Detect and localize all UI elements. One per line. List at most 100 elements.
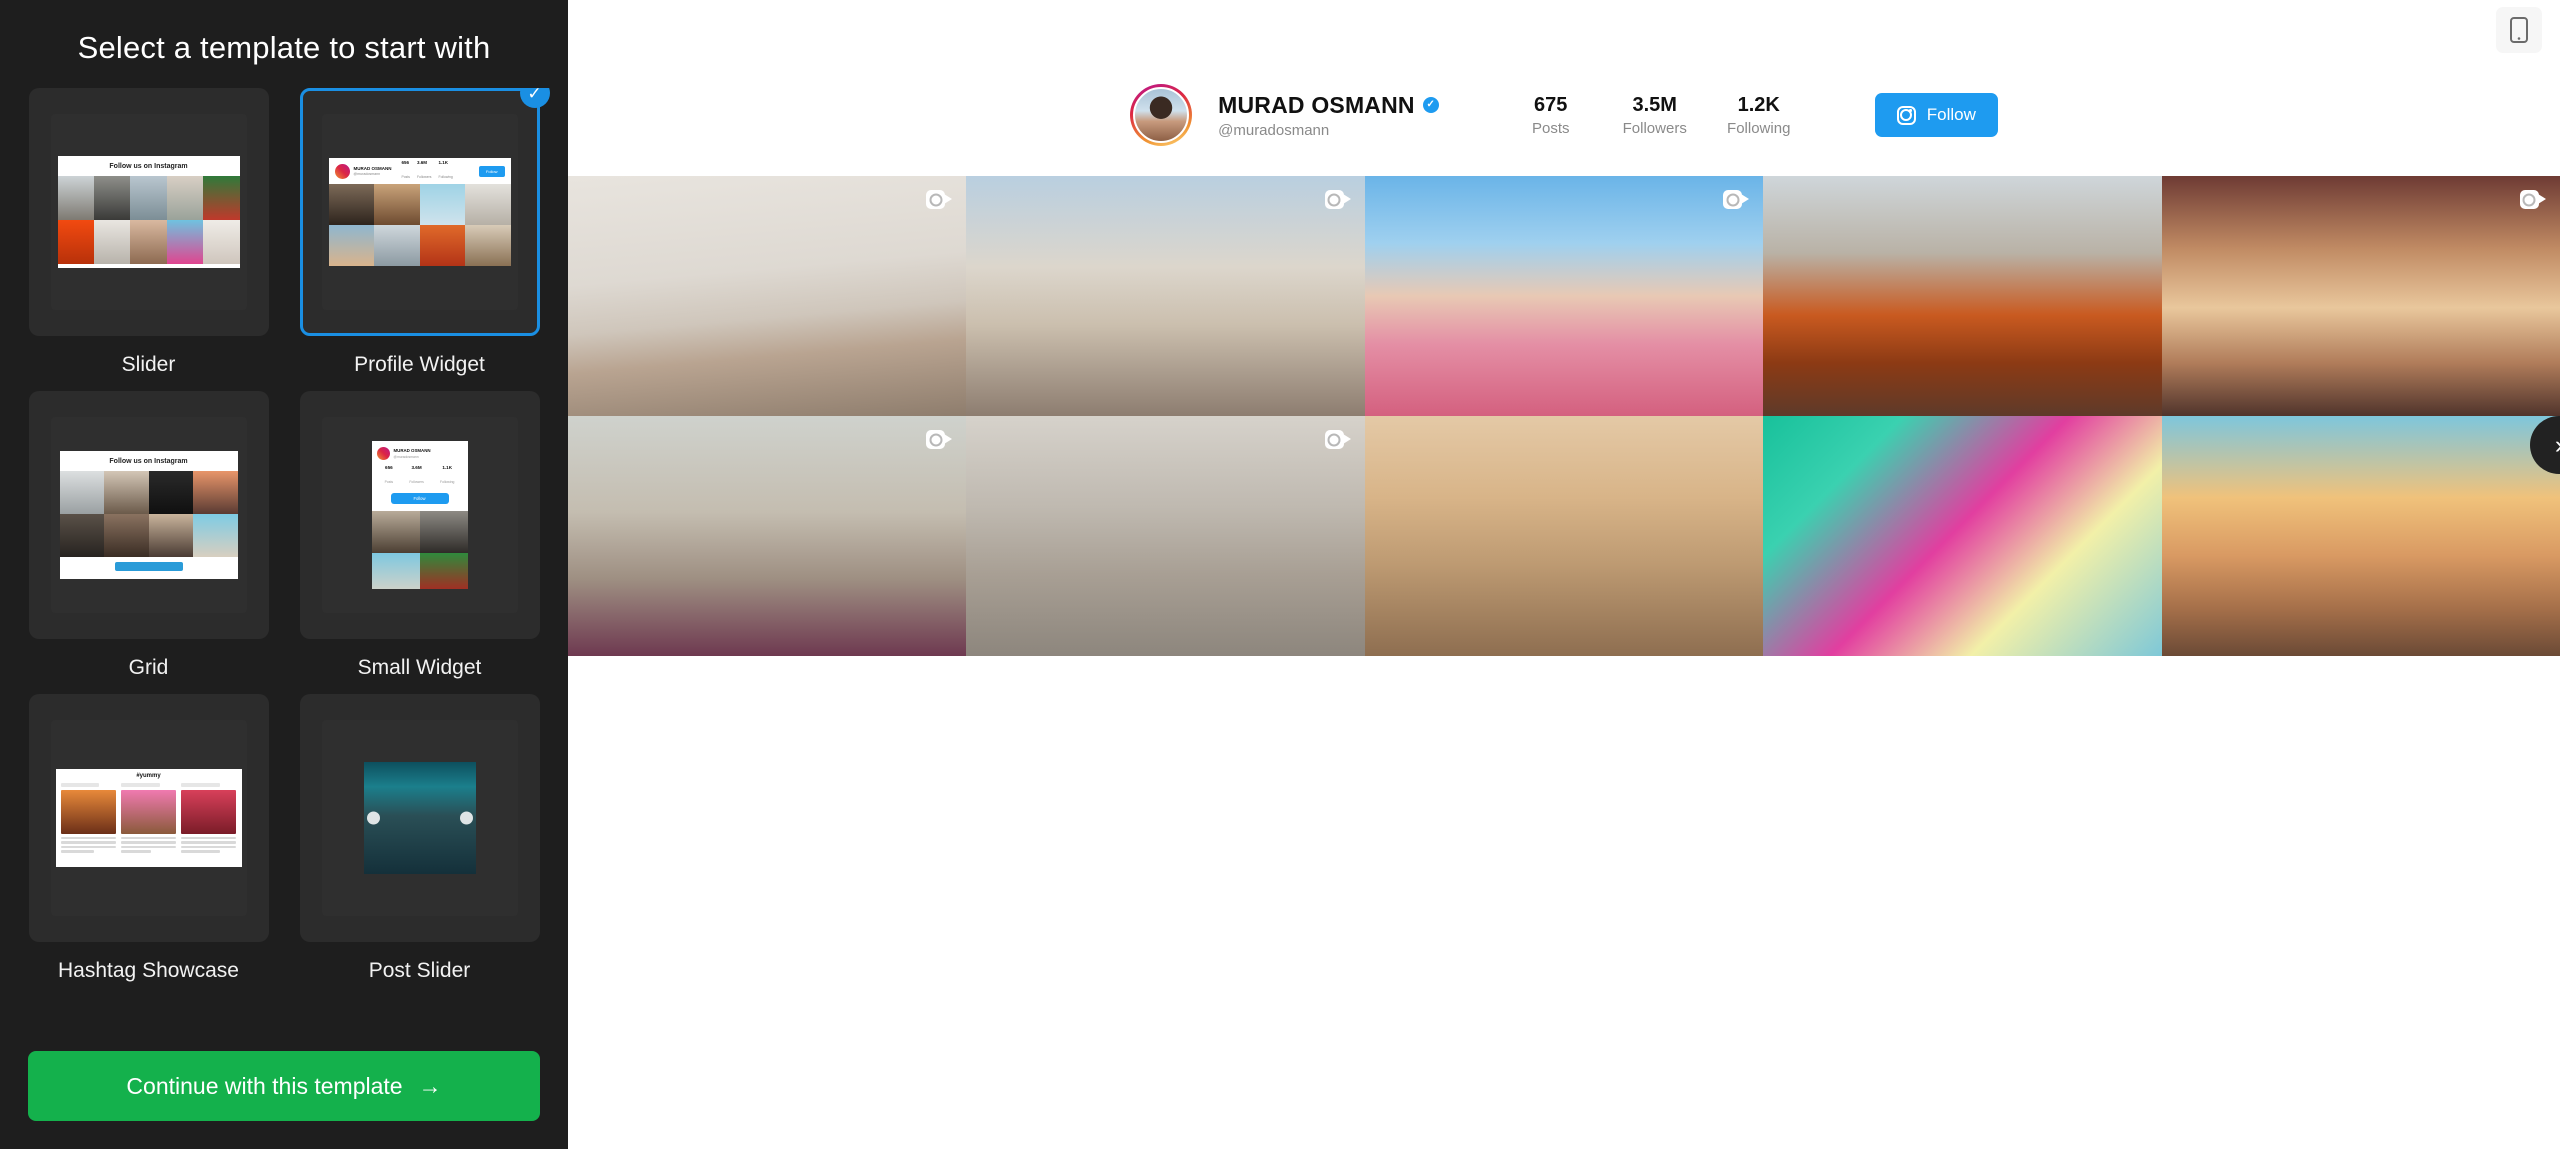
preview-columns [60, 783, 237, 855]
template-thumbnail-small-widget: MURAD OSMANN @muradosmann 656 Posts 3.6M… [321, 417, 518, 613]
preview-profile-block: MURAD OSMANN @muradosmann 656 Posts 3.6M… [371, 441, 468, 511]
preview-stats: 656 Posts 3.6M Followers 1.1K Following [402, 160, 453, 183]
profile-identity: MURAD OSMANN ✓ @muradosmann [1218, 92, 1439, 139]
follow-button[interactable]: Follow [1874, 93, 1998, 137]
avatar[interactable] [1130, 84, 1193, 146]
photo-tile[interactable] [1763, 416, 2162, 656]
video-badge-icon [926, 190, 953, 209]
photo-tile[interactable] [568, 176, 967, 416]
preview-name: MURAD OSMANN [353, 165, 392, 171]
photo-tile[interactable] [2161, 416, 2560, 656]
preview-profile-bar: MURAD OSMANN @muradosmann 656 Posts 3.6M… [328, 158, 511, 184]
preview-stat-value: 1.1K [438, 159, 449, 165]
preview-cell [371, 553, 420, 589]
preview-cell [419, 184, 465, 225]
stat-followers: 3.5M Followers [1603, 94, 1707, 137]
template-thumbnail-slider: Follow us on Instagram [50, 114, 247, 310]
preview-cell [419, 553, 468, 589]
template-option-grid[interactable]: Follow us on Instagram Grid [28, 391, 269, 686]
template-thumbnail-profile-widget: MURAD OSMANN @muradosmann 656 Posts 3.6M… [321, 114, 518, 310]
preview-profile-row: MURAD OSMANN @muradosmann [376, 447, 463, 460]
preview-stat: 1.1K Following [439, 160, 453, 183]
stat-following-value: 1.2K [1737, 93, 1780, 116]
template-label: Small Widget [357, 656, 482, 679]
template-card-grid[interactable]: Follow us on Instagram [28, 391, 269, 639]
preview-stat: 3.6M Followers [417, 160, 432, 183]
profile-header-inner: MURAD OSMANN ✓ @muradosmann 675 Posts 3.… [1130, 84, 1998, 146]
template-card-small-widget[interactable]: MURAD OSMANN @muradosmann 656 Posts 3.6M… [299, 391, 540, 639]
preview-caption [181, 837, 237, 853]
preview-cell [203, 220, 240, 264]
follow-button-label: Follow [1926, 105, 1976, 124]
template-thumbnail-grid: Follow us on Instagram [50, 417, 247, 613]
template-label: Grid [128, 656, 169, 679]
template-option-post-slider[interactable]: Post Slider [299, 694, 540, 989]
preview-cell [130, 176, 167, 220]
photo-tile[interactable] [966, 176, 1365, 416]
preview-handle: @muradosmann [353, 172, 381, 177]
preview-cell [57, 220, 94, 264]
template-option-hashtag-showcase[interactable]: #yummy Hashtag Showcase [28, 694, 269, 989]
preview-cell [328, 184, 374, 225]
selected-check-icon: ✓ [519, 88, 550, 108]
template-option-profile-widget[interactable]: ✓ MURAD OSMANN @muradosmann 656 Posts 3.… [299, 88, 550, 383]
preview-cell [104, 471, 149, 514]
arrow-right-icon: → [418, 1072, 442, 1099]
preview-cell [193, 471, 238, 514]
preview-cell [148, 514, 193, 557]
preview-cell [130, 220, 167, 264]
template-label: Hashtag Showcase [58, 959, 239, 982]
preview-cell [104, 514, 149, 557]
preview-cell [419, 225, 465, 266]
template-card-profile-widget[interactable]: ✓ MURAD OSMANN @muradosmann 656 Posts 3.… [299, 88, 550, 336]
stat-posts-value: 675 [1534, 93, 1568, 116]
photo-tile[interactable] [1364, 416, 1764, 656]
video-badge-icon [2519, 190, 2546, 209]
preview-stat: 1.1K Following [440, 465, 454, 488]
preview-cell [60, 790, 116, 834]
sidebar-footer: Continue with this template → [0, 1029, 568, 1149]
preview-stat-label: Followers [409, 480, 424, 484]
preview-cell [181, 790, 237, 834]
stat-posts-label: Posts [1531, 119, 1570, 137]
preview-button-bar [114, 562, 183, 571]
avatar-image [1133, 87, 1190, 143]
preview-stat-label: Following [440, 480, 455, 484]
preview-photo-grid [57, 176, 240, 264]
instagram-icon [1896, 105, 1916, 125]
photo-grid-area: › [568, 176, 2560, 656]
profile-stats: 675 Posts 3.5M Followers 1.2K Following [1499, 94, 1811, 137]
preview-follow-button: Follow [390, 493, 449, 504]
preview-cell [374, 225, 420, 266]
preview-photo-grid [59, 471, 238, 557]
preview-stat-label: Followers [416, 174, 432, 179]
preview-view-more-button [59, 557, 238, 576]
photo-tile[interactable] [2161, 176, 2560, 416]
preview-photo-grid [371, 511, 468, 589]
preview-caption [60, 837, 116, 853]
stat-followers-value: 3.5M [1632, 93, 1677, 116]
template-label: Post Slider [368, 959, 471, 982]
photo-tile[interactable] [568, 416, 967, 656]
preview-column [120, 783, 177, 855]
photo-tile[interactable] [1364, 176, 1764, 416]
preview-stat-label: Following [438, 174, 453, 179]
template-card-post-slider[interactable] [299, 694, 540, 942]
carousel-badge-icon [1324, 190, 1351, 209]
template-option-small-widget[interactable]: MURAD OSMANN @muradosmann 656 Posts 3.6M… [299, 391, 540, 686]
preview-cell [120, 790, 177, 834]
profile-name-row: MURAD OSMANN ✓ [1218, 92, 1439, 119]
preview-stat-value: 656 [401, 159, 410, 165]
preview-meta [120, 783, 160, 787]
photo-tile[interactable] [966, 416, 1365, 656]
carousel-badge-icon [1723, 190, 1750, 209]
mobile-device-icon[interactable] [2496, 7, 2542, 53]
template-card-hashtag-showcase[interactable]: #yummy [28, 694, 269, 942]
photo-tile[interactable] [1763, 176, 2162, 416]
continue-with-template-button[interactable]: Continue with this template → [28, 1051, 540, 1121]
preview-small-widget: MURAD OSMANN @muradosmann 656 Posts 3.6M… [371, 441, 468, 589]
preview-stat-label: Posts [384, 480, 394, 484]
preview-cell [465, 184, 511, 225]
template-card-slider[interactable]: Follow us on Instagram [28, 88, 269, 336]
template-option-slider[interactable]: Follow us on Instagram Slider [28, 88, 269, 383]
